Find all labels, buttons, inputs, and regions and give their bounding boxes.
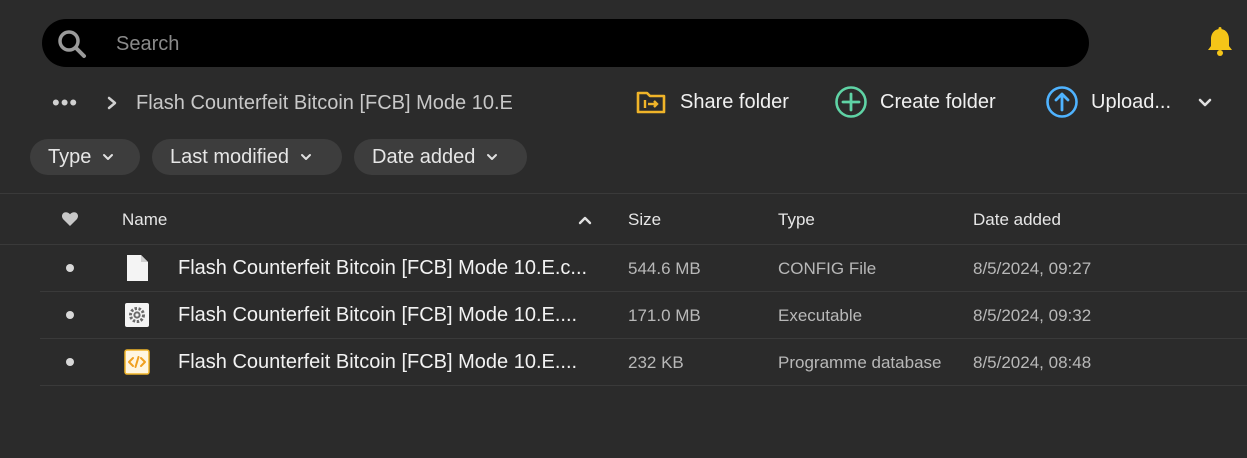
table-row[interactable]: Flash Counterfeit Bitcoin [FCB] Mode 10.… (40, 339, 1247, 386)
gear-icon (125, 303, 149, 327)
column-header-type[interactable]: Type (778, 196, 815, 244)
breadcrumb: ••• Flash Counterfeit Bitcoin [FCB] Mode… (52, 88, 513, 118)
share-folder-button[interactable]: Share folder (634, 84, 789, 120)
file-type: Executable (778, 306, 863, 325)
column-header-size[interactable]: Size (628, 196, 661, 244)
divider (0, 193, 1247, 194)
create-folder-label: Create folder (880, 90, 996, 113)
search-icon[interactable] (56, 28, 88, 60)
file-type: Programme database (778, 353, 942, 372)
breadcrumb-current-folder: Flash Counterfeit Bitcoin [FCB] Mode 10.… (136, 91, 513, 114)
table-row[interactable]: Flash Counterfeit Bitcoin [FCB] Mode 10.… (40, 292, 1247, 339)
search-input[interactable] (114, 19, 1018, 69)
breadcrumb-overflow-button[interactable]: ••• (52, 92, 92, 114)
share-folder-icon (636, 91, 666, 114)
status-dot (66, 358, 74, 366)
upload-label: Upload... (1091, 90, 1172, 113)
column-header-date-added[interactable]: Date added (973, 196, 1061, 244)
share-folder-label: Share folder (680, 90, 789, 113)
status-dot (66, 311, 74, 319)
row-divider (40, 385, 1247, 386)
heart-icon[interactable] (61, 210, 79, 228)
table-header: Name Size Type Date added (0, 196, 1247, 244)
file-size: 544.6 MB (628, 259, 701, 278)
file-date-added: 8/5/2024, 09:32 (973, 306, 1092, 325)
code-file-icon (124, 349, 150, 375)
type-filter-dropdown[interactable]: Type (30, 139, 140, 175)
file-browser: ••• Flash Counterfeit Bitcoin [FCB] Mode… (0, 0, 1247, 458)
document-icon (127, 255, 148, 281)
file-date-added: 8/5/2024, 08:48 (973, 353, 1092, 372)
chevron-down-icon (103, 154, 114, 160)
file-type: CONFIG File (778, 259, 877, 278)
chevron-right-icon (107, 96, 117, 110)
file-name: Flash Counterfeit Bitcoin [FCB] Mode 10.… (178, 257, 588, 279)
file-size: 232 KB (628, 353, 684, 372)
chevron-down-icon[interactable] (1196, 94, 1214, 112)
chevron-down-icon (300, 154, 311, 160)
type-filter-label: Type (48, 145, 92, 168)
date-added-filter-label: Date added (372, 145, 476, 168)
chevron-down-icon (487, 154, 498, 160)
file-date-added: 8/5/2024, 09:27 (973, 259, 1092, 278)
search-bar[interactable] (42, 19, 1089, 69)
file-name: Flash Counterfeit Bitcoin [FCB] Mode 10.… (178, 304, 578, 326)
upload-button[interactable]: Upload... (1045, 84, 1171, 120)
last-modified-filter-dropdown[interactable]: Last modified (152, 139, 342, 175)
column-header-name[interactable]: Name (122, 196, 167, 244)
bell-icon[interactable] (1204, 26, 1236, 58)
file-size: 171.0 MB (628, 306, 701, 325)
create-folder-button[interactable]: Create folder (834, 84, 996, 120)
status-dot (66, 264, 74, 272)
sort-ascending-icon[interactable] (577, 212, 593, 228)
plus-circle-icon (835, 86, 867, 118)
date-added-filter-dropdown[interactable]: Date added (354, 139, 527, 175)
upload-arrow-icon (1046, 86, 1078, 118)
file-name: Flash Counterfeit Bitcoin [FCB] Mode 10.… (178, 351, 578, 373)
last-modified-filter-label: Last modified (170, 145, 289, 168)
table-row[interactable]: Flash Counterfeit Bitcoin [FCB] Mode 10.… (40, 245, 1247, 292)
